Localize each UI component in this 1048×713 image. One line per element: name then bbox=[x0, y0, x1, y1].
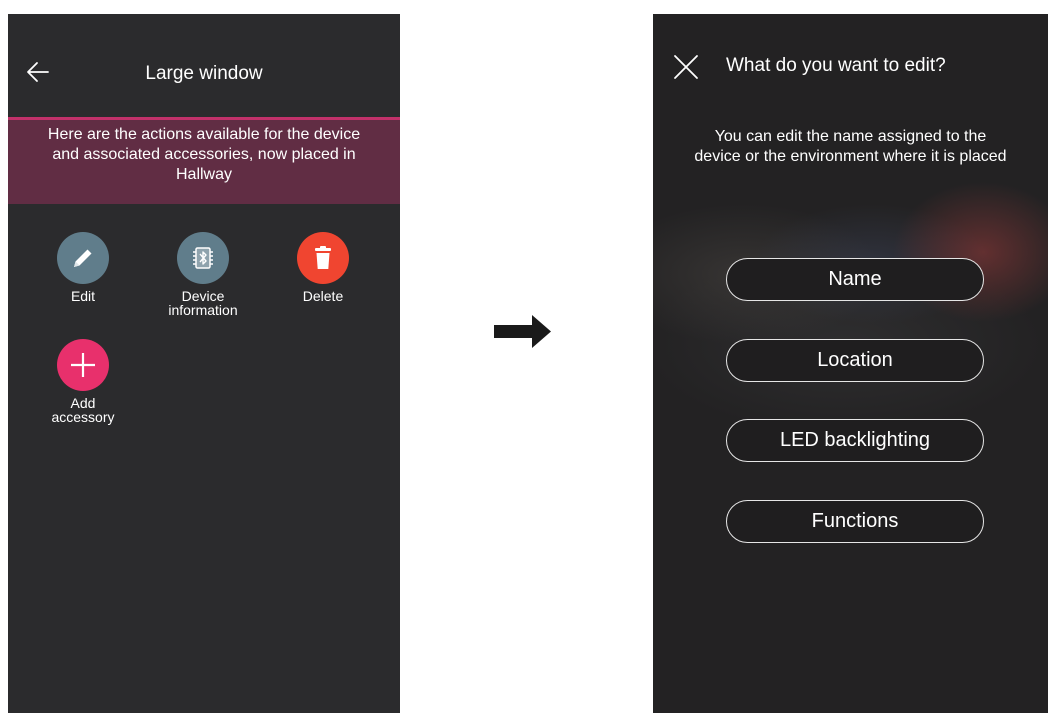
name-option-button[interactable]: Name bbox=[726, 258, 984, 301]
functions-option-button[interactable]: Functions bbox=[726, 500, 984, 543]
banner-line: Here are the actions available for the d… bbox=[47, 126, 361, 143]
description-line: device or the environment where it is pl… bbox=[694, 148, 1007, 165]
label-line: accessory bbox=[51, 409, 115, 425]
edit-label: Edit bbox=[70, 288, 96, 304]
info-banner: Here are the actions available for the d… bbox=[8, 120, 400, 204]
page-title: Large window bbox=[145, 63, 263, 84]
device-information-label: Device information bbox=[148, 289, 258, 317]
banner-line: and associated accessories, now placed i… bbox=[52, 146, 356, 163]
pencil-icon bbox=[57, 232, 109, 284]
delete-button[interactable]: Delete bbox=[268, 232, 378, 303]
add-accessory-button[interactable]: Add accessory bbox=[28, 339, 138, 424]
led-backlighting-option-button[interactable]: LED backlighting bbox=[726, 419, 984, 462]
edit-options-screen: What do you want to edit? You can edit t… bbox=[653, 14, 1048, 713]
device-information-button[interactable]: Device information bbox=[148, 232, 258, 317]
add-accessory-label: Add accessory bbox=[28, 396, 138, 424]
edit-button[interactable]: Edit bbox=[28, 232, 138, 303]
banner-line: Hallway bbox=[175, 166, 232, 183]
label-line: information bbox=[168, 302, 238, 318]
page-title: What do you want to edit? bbox=[726, 55, 946, 76]
location-option-button[interactable]: Location bbox=[726, 339, 984, 382]
plus-icon bbox=[57, 339, 109, 391]
label-line: Add bbox=[70, 395, 96, 411]
close-icon[interactable] bbox=[673, 54, 699, 80]
delete-label: Delete bbox=[302, 288, 344, 304]
device-actions-screen: Large window Here are the actions availa… bbox=[8, 14, 400, 713]
bluetooth-chip-icon bbox=[177, 232, 229, 284]
description: You can edit the name assigned to the de… bbox=[653, 127, 1048, 167]
header-bar: Large window bbox=[8, 14, 400, 120]
label-line: Device bbox=[181, 288, 225, 304]
description-line: You can edit the name assigned to the bbox=[714, 128, 987, 145]
trash-icon bbox=[297, 232, 349, 284]
right-arrow-icon bbox=[494, 314, 552, 355]
